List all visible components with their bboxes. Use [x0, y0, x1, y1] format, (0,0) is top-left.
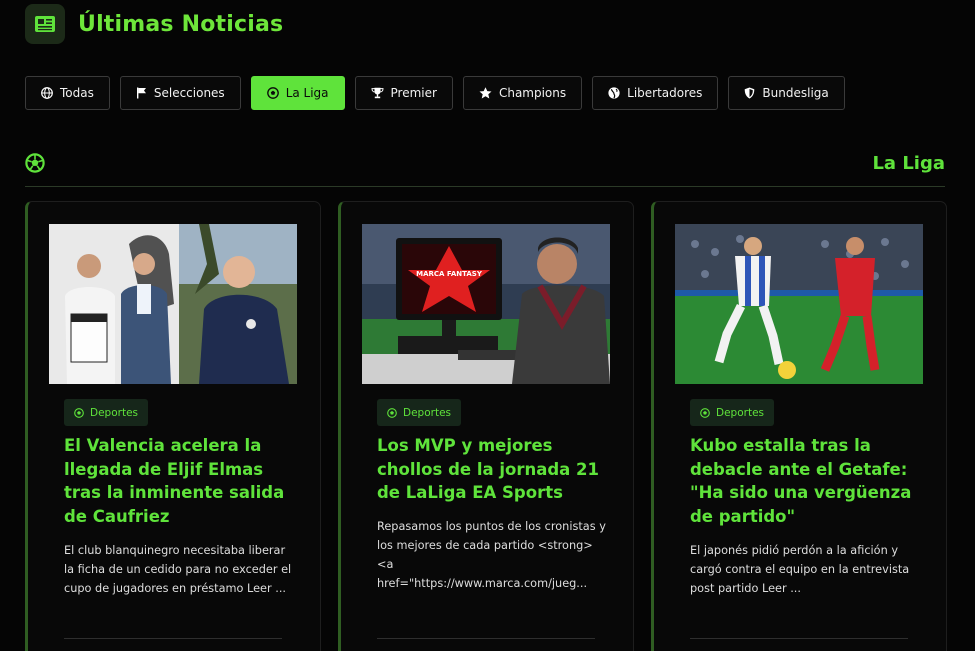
- article-excerpt: Repasamos los puntos de los cronistas y …: [377, 520, 606, 590]
- page-title: Últimas Noticias: [78, 11, 284, 37]
- badge-label: Deportes: [403, 406, 451, 419]
- shield-icon: [745, 87, 755, 99]
- filter-bundesliga-button[interactable]: Bundesliga: [728, 76, 845, 110]
- flag-icon: [136, 87, 146, 99]
- marca-fantasy-photo[interactable]: MARCA FANTASY: [362, 224, 610, 384]
- page-header: Últimas Noticias: [25, 4, 283, 44]
- soccer-ball-icon: [700, 407, 710, 418]
- soccer-ball-icon: [25, 153, 45, 173]
- soccer-ball-icon: [387, 407, 397, 418]
- badge-label: Deportes: [90, 406, 138, 419]
- article-title[interactable]: Los MVP y mejores chollos de la jornada …: [377, 434, 602, 505]
- soccer-ball-icon: [266, 87, 279, 99]
- category-badge: Deportes: [690, 399, 774, 426]
- filter-label: Premier: [390, 86, 437, 100]
- globe-americas-icon: [608, 87, 620, 99]
- newspaper-icon: [25, 4, 65, 44]
- filter-label: Selecciones: [153, 86, 225, 100]
- filter-label: Libertadores: [627, 86, 703, 100]
- section-title: La Liga: [872, 152, 945, 174]
- filter-champions-button[interactable]: Champions: [462, 76, 583, 110]
- filter-label: Champions: [498, 86, 567, 100]
- filter-laliga-button[interactable]: La Liga: [250, 76, 345, 110]
- filter-libertadores-button[interactable]: Libertadores: [592, 76, 719, 110]
- kubo-match-photo[interactable]: [675, 224, 923, 384]
- filter-selecciones-button[interactable]: Selecciones: [119, 76, 241, 110]
- soccer-ball-icon: [74, 407, 84, 418]
- card-divider: [64, 638, 282, 639]
- article-excerpt: El club blanquinegro necesitaba liberar …: [64, 544, 292, 595]
- badge-label: Deportes: [716, 406, 764, 419]
- article-title[interactable]: El Valencia acelera la llegada de Eljif …: [64, 434, 289, 528]
- category-filter-bar: Todas Selecciones La Liga Premier Champi…: [25, 76, 845, 110]
- section-header: La Liga: [25, 150, 945, 187]
- article-excerpt: El japonés pidió perdón a la afición y c…: [690, 544, 910, 595]
- monitor-brand-text: MARCA FANTASY: [416, 270, 483, 278]
- card-divider: [690, 638, 908, 639]
- filter-label: La Liga: [285, 86, 329, 100]
- card-divider: [377, 638, 595, 639]
- news-card[interactable]: MARCA FANTASY Deportes Los MVP y mejores…: [338, 201, 634, 651]
- globe-icon: [41, 87, 53, 99]
- filter-label: Bundesliga: [762, 86, 829, 100]
- trophy-icon: [371, 87, 384, 99]
- category-badge: Deportes: [377, 399, 461, 426]
- news-card[interactable]: Deportes Kubo estalla tras la debacle an…: [651, 201, 947, 651]
- filter-todas-button[interactable]: Todas: [25, 76, 110, 110]
- star-icon: [479, 87, 492, 99]
- valencia-signing-photo[interactable]: [49, 224, 297, 384]
- filter-label: Todas: [60, 86, 94, 100]
- news-card[interactable]: Deportes El Valencia acelera la llegada …: [25, 201, 321, 651]
- news-card-list: Deportes El Valencia acelera la llegada …: [25, 201, 947, 651]
- filter-premier-button[interactable]: Premier: [354, 76, 453, 110]
- category-badge: Deportes: [64, 399, 148, 426]
- article-title[interactable]: Kubo estalla tras la debacle ante el Get…: [690, 434, 915, 528]
